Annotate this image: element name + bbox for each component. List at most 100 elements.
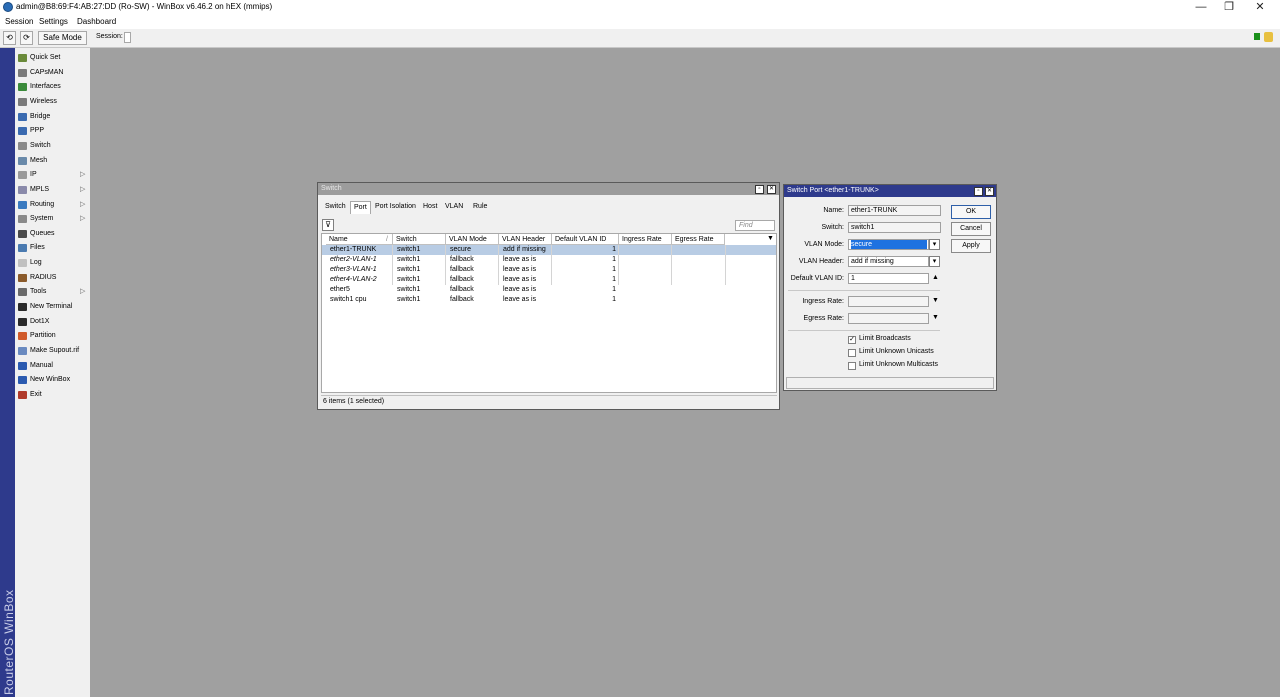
collapse-arrow-icon[interactable]: ▲ — [932, 274, 939, 281]
switch-label: Switch: — [821, 224, 844, 231]
menu-session[interactable]: Session — [5, 17, 33, 26]
cancel-button[interactable]: Cancel — [951, 222, 991, 236]
session-label: Session: — [96, 33, 123, 40]
table-row[interactable]: ether2-VLAN-1 switch1 fallback leave as is 1 — [322, 255, 776, 265]
checkbox-label: Limit Unknown Multicasts — [859, 361, 938, 368]
columns-menu-icon[interactable]: ▼ — [767, 235, 774, 242]
sidebar-item[interactable]: New WinBox — [15, 373, 90, 387]
minimize-icon[interactable]: — — [1186, 0, 1216, 15]
vlan-header-dropdown-icon[interactable]: ▾ — [929, 256, 940, 267]
column-header[interactable]: Default VLAN ID — [552, 234, 619, 245]
close-icon[interactable]: ✕ — [985, 187, 994, 196]
sidebar-item[interactable]: Files — [15, 241, 90, 255]
default-vlan-id-field[interactable]: 1 — [848, 273, 929, 284]
maximize-icon[interactable]: ❐ — [1214, 0, 1244, 15]
sidebar-item[interactable]: Exit — [15, 388, 90, 402]
sidebar-item[interactable]: PPP — [15, 124, 90, 138]
sidebar-item[interactable]: Tools ▷ — [15, 285, 90, 299]
tab-port-isolation[interactable]: Port Isolation — [372, 201, 419, 214]
table-row[interactable]: ether3-VLAN-1 switch1 fallback leave as is 1 — [322, 265, 776, 275]
sidebar-item[interactable]: RADIUS — [15, 271, 90, 285]
apply-button[interactable]: Apply — [951, 239, 991, 253]
checkbox[interactable] — [848, 349, 856, 357]
port-window-title[interactable]: Switch Port <ether1-TRUNK> — [784, 185, 996, 197]
undo-button[interactable]: ⟲ — [3, 31, 16, 45]
submenu-arrow-icon: ▷ — [80, 200, 86, 208]
sidebar-item[interactable]: Partition — [15, 329, 90, 343]
egress-dropdown-icon[interactable]: ▼ — [932, 314, 939, 321]
table-row[interactable]: ether5 switch1 fallback leave as is 1 — [322, 285, 776, 295]
sidebar-item[interactable]: Switch — [15, 139, 90, 153]
ingress-dropdown-icon[interactable]: ▼ — [932, 297, 939, 304]
column-header[interactable]: VLAN Header — [499, 234, 552, 245]
close-icon[interactable]: ✕ — [1245, 0, 1275, 15]
sidebar-item[interactable]: Log — [15, 256, 90, 270]
sidebar-item[interactable]: IP ▷ — [15, 168, 90, 182]
tab-host[interactable]: Host — [420, 201, 441, 214]
sidebar-item[interactable]: Queues — [15, 227, 90, 241]
sidebar-item[interactable]: Mesh — [15, 154, 90, 168]
filter-icon[interactable]: ⊽ — [322, 219, 334, 231]
vlan-mode-select[interactable]: secure — [848, 239, 929, 250]
session-field[interactable] — [124, 32, 131, 43]
column-header[interactable]: VLAN Mode — [446, 234, 499, 245]
wireless-icon — [18, 97, 27, 106]
vlan-mode-dropdown-icon[interactable]: ▾ — [929, 239, 940, 250]
ok-button[interactable]: OK — [951, 205, 991, 219]
interfaces-icon — [18, 83, 27, 92]
egress-rate-field[interactable] — [848, 313, 929, 324]
switch-field[interactable]: switch1 — [848, 222, 941, 233]
restore-icon[interactable]: ▫ — [755, 185, 764, 194]
table-cell-vlan-mode: fallback — [450, 256, 474, 263]
checkbox[interactable] — [848, 362, 856, 370]
table-row[interactable]: ether4-VLAN-2 switch1 fallback leave as is 1 — [322, 275, 776, 285]
sidebar-item[interactable]: MPLS ▷ — [15, 183, 90, 197]
sidebar-item[interactable]: Bridge — [15, 110, 90, 124]
restore-icon[interactable]: ▫ — [974, 187, 983, 196]
column-header[interactable]: Egress Rate — [672, 234, 725, 245]
vlan-header-select[interactable]: add if missing — [848, 256, 929, 267]
find-input[interactable]: Find — [735, 220, 775, 231]
switch-window-title[interactable]: Switch — [318, 183, 779, 195]
table-cell-vlan-header: leave as is — [503, 286, 537, 293]
tab-switch[interactable]: Switch — [322, 201, 349, 214]
name-field[interactable]: ether1-TRUNK — [848, 205, 941, 216]
mpls-icon — [18, 185, 27, 194]
ip-icon — [18, 171, 27, 180]
sidebar-item[interactable]: Make Supout.rif — [15, 344, 90, 358]
tab-port[interactable]: Port — [350, 201, 371, 214]
sidebar-item[interactable]: Routing ▷ — [15, 198, 90, 212]
port-table: Name Switch VLAN Mode VLAN Header Default VL… — [321, 233, 777, 393]
redo-button[interactable]: ⟳ — [20, 31, 33, 45]
close-icon[interactable]: ✕ — [767, 185, 776, 194]
menu-dashboard[interactable]: Dashboard — [77, 17, 116, 26]
sidebar-item-label: Bridge — [30, 112, 51, 120]
sidebar-item[interactable]: Dot1X — [15, 315, 90, 329]
sidebar-item[interactable]: Interfaces — [15, 80, 90, 94]
sidebar-item[interactable]: Manual — [15, 359, 90, 373]
table-row[interactable]: switch1 cpu switch1 fallback leave as is 1 — [322, 295, 776, 305]
table-cell-vlan-header: leave as is — [503, 296, 537, 303]
safe-mode-button[interactable]: Safe Mode — [38, 31, 87, 45]
sidebar-item[interactable]: Wireless — [15, 95, 90, 109]
sort-indicator-icon: / — [386, 236, 388, 243]
sidebar-item[interactable]: CAPsMAN — [15, 66, 90, 80]
status-bar — [786, 377, 994, 389]
name-label: Name: — [823, 207, 844, 214]
sidebar-item[interactable]: Quick Set — [15, 51, 90, 65]
tab-rule[interactable]: Rule — [470, 201, 490, 214]
sidebar-item[interactable]: New Terminal — [15, 300, 90, 314]
sidebar-item-label: Switch — [30, 141, 51, 149]
tab-vlan[interactable]: VLAN — [442, 201, 469, 214]
table-row[interactable]: ether1-TRUNK switch1 secure add if missing 1 — [322, 245, 776, 255]
column-header[interactable]: Ingress Rate — [619, 234, 672, 245]
table-cell-ingress — [619, 265, 672, 275]
sidebar-item-label: Make Supout.rif — [30, 347, 80, 354]
ingress-rate-field[interactable] — [848, 296, 929, 307]
menu-settings[interactable]: Settings — [39, 17, 68, 26]
column-divider — [618, 245, 619, 285]
sidebar-item[interactable]: System ▷ — [15, 212, 90, 226]
sidebar-item-label: Routing — [30, 200, 55, 208]
column-header[interactable]: Switch — [393, 234, 446, 245]
checkbox[interactable]: ✓ — [848, 336, 856, 344]
